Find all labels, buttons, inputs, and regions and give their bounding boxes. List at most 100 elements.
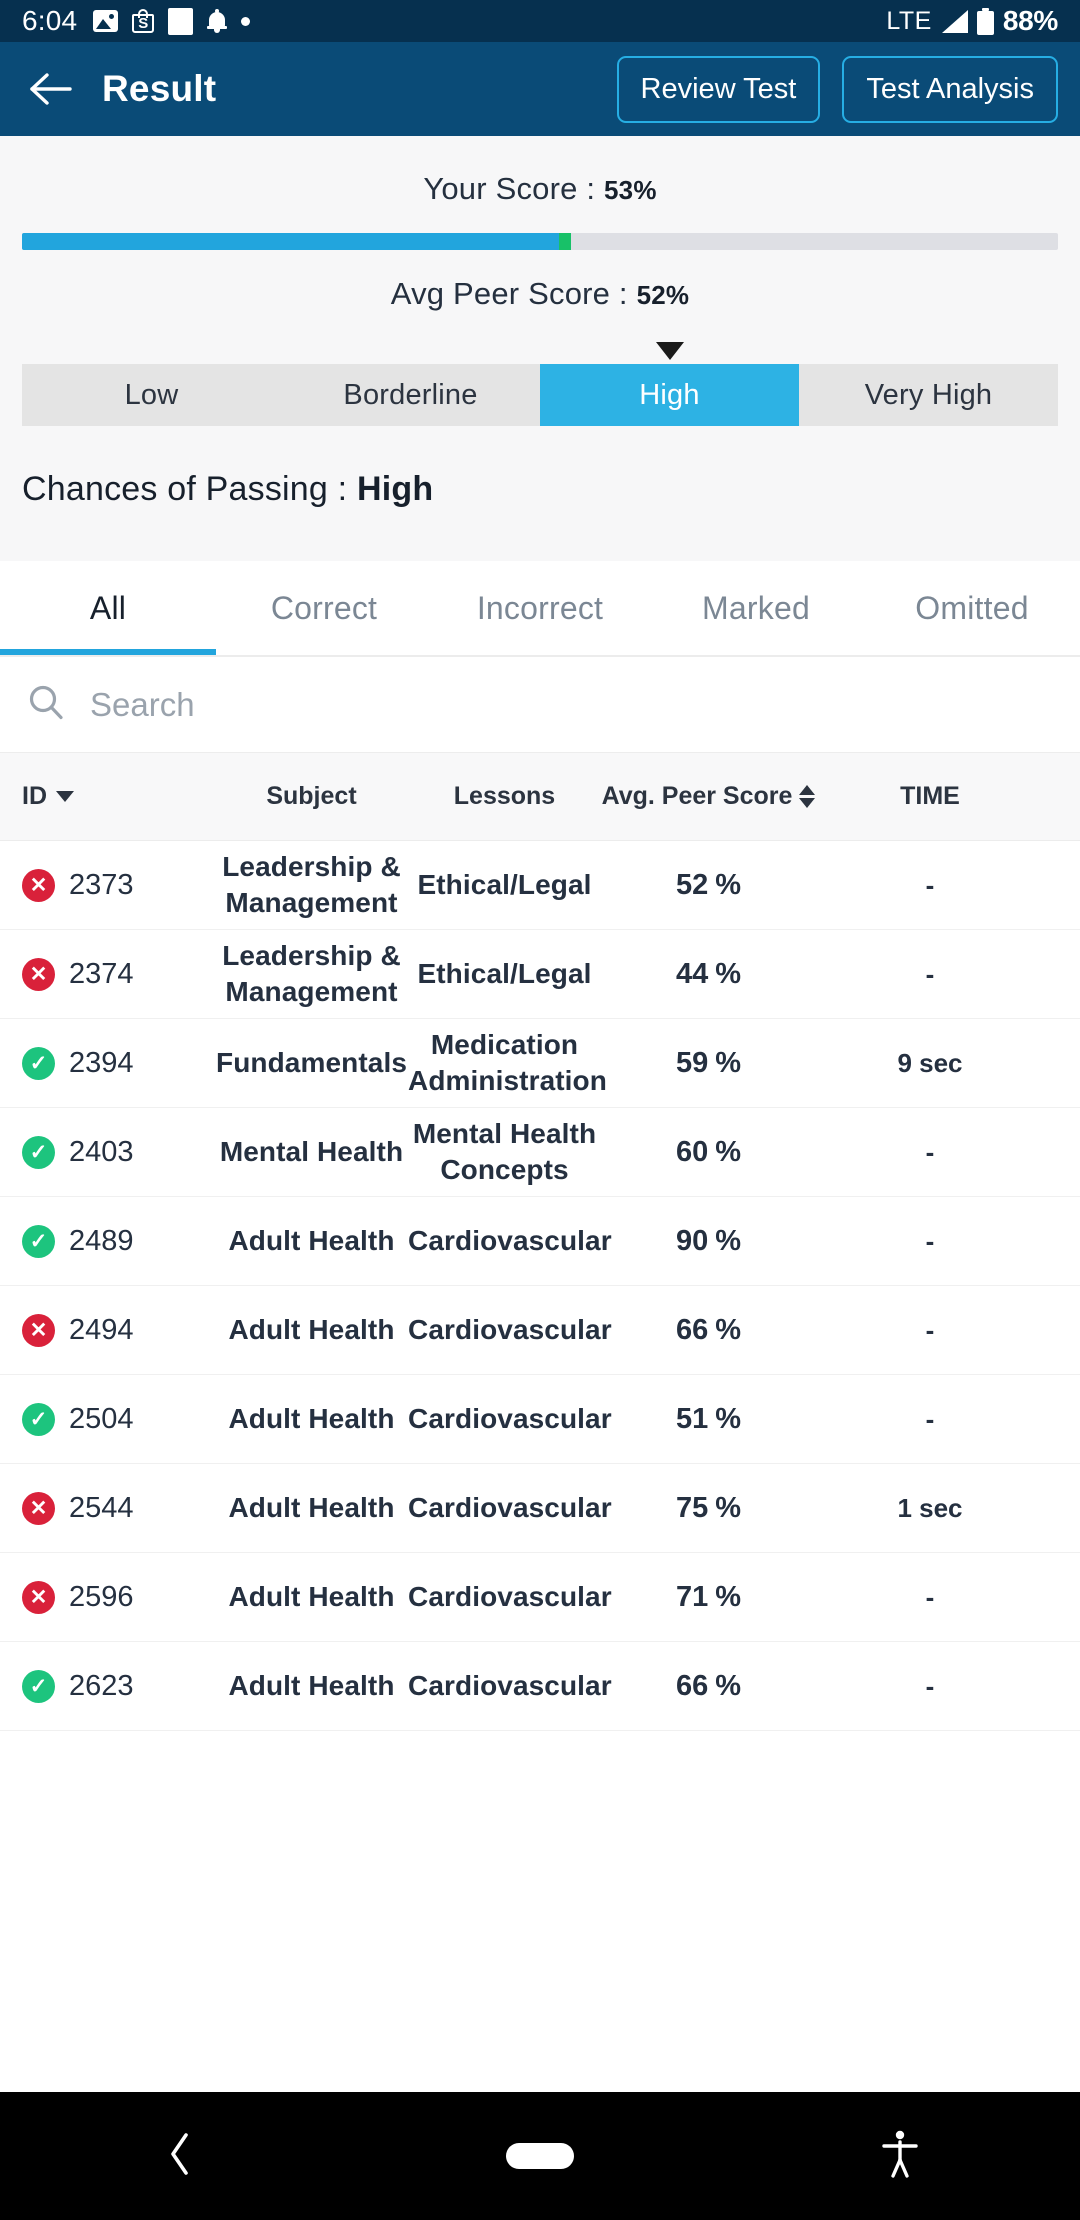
column-header-avg-peer-score[interactable]: Avg. Peer Score (601, 782, 816, 811)
chances-segment-label: Borderline (343, 378, 478, 411)
column-header-subject[interactable]: Subject (215, 782, 408, 811)
cell-id: ✓ 2489 (0, 1224, 215, 1258)
tab-omitted[interactable]: Omitted (864, 561, 1080, 655)
chances-segment-borderline[interactable]: Borderline (281, 364, 540, 426)
cell-id: ✓ 2394 (0, 1046, 215, 1080)
x-circle-icon: ✕ (22, 1491, 55, 1525)
cell-lessons: Cardiovascular (408, 1314, 612, 1346)
cell-lessons: Cardiovascular (408, 1403, 612, 1435)
chances-segment-label: Very High (864, 378, 993, 411)
cell-time: 1 sec (897, 1492, 963, 1523)
cell-id-value: 2373 (69, 868, 134, 901)
cell-avg-peer-score-unit: % (715, 1313, 742, 1346)
avg-peer-score-value: 52% (636, 280, 690, 310)
tab-correct[interactable]: Correct (216, 561, 432, 655)
cell-avg-peer-score-value: 51 (675, 1402, 709, 1435)
cell-id-value: 2394 (69, 1046, 134, 1079)
bell-icon (207, 9, 228, 33)
tab-label: Marked (702, 589, 810, 626)
cell-subject: Mental Health (219, 1136, 404, 1168)
cell-lessons: Cardiovascular (408, 1670, 612, 1702)
chances-segment-very-high[interactable]: Very High (799, 364, 1058, 426)
filter-tabs: All Correct Incorrect Marked Omitted (0, 561, 1080, 657)
tab-label: Incorrect (476, 589, 604, 626)
battery-percent-label: 88% (1002, 5, 1058, 36)
cell-avg-peer-score-unit: % (715, 868, 742, 901)
sort-updown-icon[interactable] (799, 785, 816, 808)
battery-icon (976, 7, 994, 35)
tab-marked[interactable]: Marked (648, 561, 864, 655)
table-row[interactable]: ✕ 2374 Leadership & Management Ethical/Lega… (0, 930, 1080, 1019)
search-row[interactable] (0, 657, 1080, 753)
back-chevron-icon (165, 2131, 195, 2182)
image-icon (93, 10, 119, 32)
cell-lessons: Ethical/Legal (417, 869, 592, 901)
column-header-lessons[interactable]: Lessons (408, 782, 601, 811)
your-score-row: Your Score : 53% (0, 171, 1080, 207)
table-row[interactable]: ✓ 2394 Fundamentals Medication Administrati… (0, 1019, 1080, 1108)
test-analysis-button[interactable]: Test Analysis (842, 55, 1058, 123)
avg-peer-score-label: Avg Peer Score : (390, 276, 628, 311)
cell-avg-peer-score-value: 90 (675, 1224, 709, 1257)
cell-avg-peer-score-unit: % (715, 1580, 742, 1613)
table-row[interactable]: ✕ 2544 Adult Health Cardiovascular 75% 1 sec (0, 1464, 1080, 1553)
tab-incorrect[interactable]: Incorrect (432, 561, 648, 655)
check-circle-icon: ✓ (22, 1046, 55, 1080)
your-score-value: 53% (604, 175, 657, 205)
column-header-time[interactable]: TIME (816, 782, 1080, 811)
cell-time: - (925, 958, 935, 989)
dot-icon (241, 16, 251, 26)
home-pill-icon (506, 2143, 574, 2169)
table-row[interactable]: ✓ 2504 Adult Health Cardiovascular 51% - (0, 1375, 1080, 1464)
column-header-id[interactable]: ID (0, 782, 215, 811)
chances-segment-high[interactable]: High (540, 364, 799, 426)
status-bar-notification-icons: S (93, 7, 251, 35)
tab-label: Omitted (915, 589, 1029, 626)
cell-time: - (925, 1225, 935, 1256)
score-progress-fill (22, 233, 572, 250)
page-title: Result (102, 68, 217, 109)
cell-id-value: 2504 (69, 1402, 134, 1435)
table-row[interactable]: ✓ 2403 Mental Health Mental Health Concepts… (0, 1108, 1080, 1197)
cell-avg-peer-score-unit: % (715, 957, 742, 990)
status-bar-clock: 6:04 (22, 5, 78, 36)
tab-all[interactable]: All (0, 561, 216, 655)
cell-lessons: Medication Administration (408, 1029, 607, 1096)
cell-id-value: 2623 (69, 1669, 134, 1702)
table-row[interactable]: ✓ 2489 Adult Health Cardiovascular 90% - (0, 1197, 1080, 1286)
app-bar-actions: Review Test Test Analysis (616, 55, 1058, 123)
cell-subject: Leadership & Management (222, 851, 401, 918)
cell-avg-peer-score: 51% (601, 1403, 816, 1436)
nav-home-button[interactable] (360, 2143, 720, 2169)
cell-avg-peer-score: 71% (601, 1581, 816, 1614)
column-header-id-label: ID (22, 782, 47, 810)
x-circle-icon: ✕ (22, 957, 55, 991)
cell-subject: Leadership & Management (222, 940, 401, 1007)
table-row[interactable]: ✕ 2596 Adult Health Cardiovascular 71% - (0, 1553, 1080, 1642)
table-row[interactable]: ✕ 2373 Leadership & Management Ethical/Lega… (0, 841, 1080, 930)
x-circle-icon: ✕ (22, 1580, 55, 1614)
cell-time: - (925, 1136, 935, 1167)
chances-segment-low[interactable]: Low (22, 364, 281, 426)
status-bar: 6:04 S LTE 88% (0, 0, 1080, 42)
nav-back-button[interactable] (0, 2131, 360, 2182)
table-row[interactable]: ✓ 2623 Adult Health Cardiovascular 66% - (0, 1642, 1080, 1731)
chances-summary-value: High (356, 470, 434, 508)
cell-avg-peer-score: 75% (601, 1492, 816, 1525)
table-row[interactable]: ✕ 2494 Adult Health Cardiovascular 66% - (0, 1286, 1080, 1375)
chances-summary-label: Chances of Passing : (22, 470, 348, 508)
cell-id: ✕ 2596 (0, 1580, 215, 1614)
score-progress-bar (22, 233, 1058, 250)
cell-lessons: Cardiovascular (408, 1492, 612, 1524)
back-arrow-icon[interactable] (22, 61, 78, 117)
cell-subject: Adult Health (228, 1314, 395, 1346)
review-test-button[interactable]: Review Test (616, 55, 821, 123)
cell-lessons: Cardiovascular (408, 1225, 612, 1257)
caret-down-icon[interactable] (56, 791, 74, 802)
cell-avg-peer-score-unit: % (715, 1491, 742, 1524)
search-input[interactable] (90, 685, 1054, 724)
cell-avg-peer-score: 66% (601, 1670, 816, 1703)
nav-accessibility-button[interactable] (720, 2130, 1080, 2183)
cell-avg-peer-score: 60% (601, 1136, 816, 1169)
cell-subject: Adult Health (228, 1670, 395, 1702)
